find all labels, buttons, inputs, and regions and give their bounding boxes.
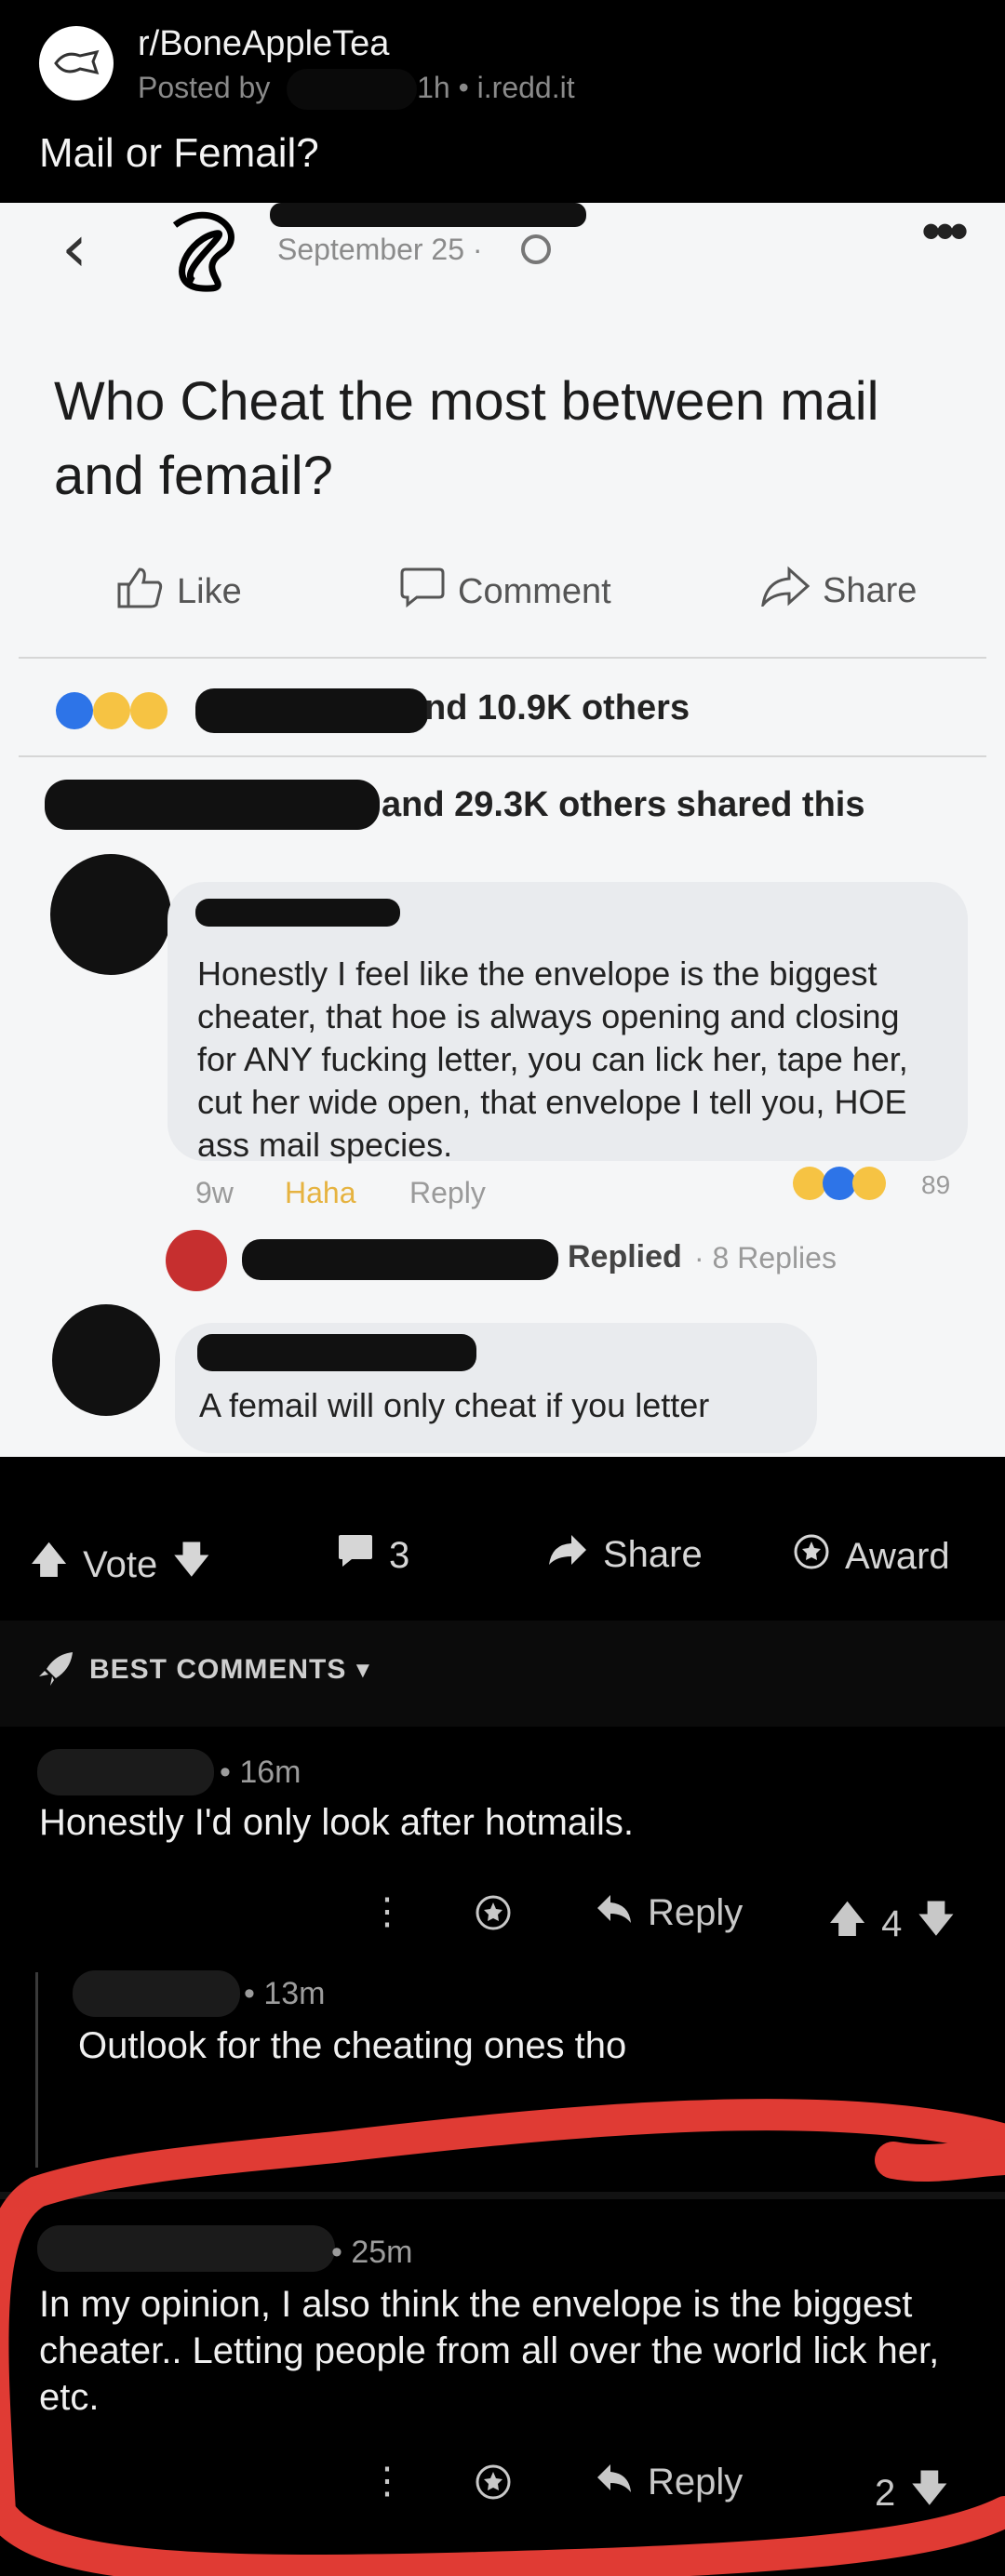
comments-button[interactable]: 3: [337, 1533, 409, 1578]
back-chevron-icon: ‹: [61, 210, 87, 287]
fb-comment-button[interactable]: Comment: [400, 566, 611, 618]
post-age-source: 1h • i.redd.it: [417, 71, 575, 104]
fb-like-label: Like: [177, 571, 242, 611]
fb-like-button[interactable]: Like: [115, 566, 242, 618]
post-title[interactable]: Mail or Femail?: [39, 130, 319, 177]
fb-share-button[interactable]: Share: [760, 566, 918, 616]
redacted-username: [37, 1749, 214, 1795]
redacted-commenter-name: [197, 1334, 476, 1371]
fb-replies-count[interactable]: · 8 Replies: [694, 1241, 837, 1275]
comment-more-icon[interactable]: ⋮: [368, 1890, 406, 1933]
fb-comment-reaction-count: 89: [921, 1170, 951, 1199]
fb-comment-text: Honestly I feel like the envelope is the…: [197, 954, 908, 1164]
thread-line: [35, 1972, 38, 2168]
share-arrow-icon: [760, 566, 811, 616]
redacted-reactor-names: [195, 688, 428, 733]
redacted-replier-name: [242, 1239, 558, 1280]
comment-award-icon[interactable]: [475, 2463, 512, 2501]
reaction-icons: [56, 690, 186, 731]
comment-age: • 16m: [220, 1755, 302, 1790]
thumbs-up-icon: [115, 566, 164, 618]
sort-label[interactable]: BEST COMMENTS: [89, 1654, 346, 1686]
post-image[interactable]: ‹ September 25 · ••• Who Cheat the most …: [0, 203, 1005, 1457]
speech-bubble-icon: [400, 566, 445, 618]
chevron-down-icon[interactable]: ▼: [352, 1658, 374, 1684]
rocket-icon: [37, 1650, 74, 1692]
share-arrow-icon: [547, 1533, 588, 1576]
redacted-username: [287, 69, 417, 110]
comment-award-icon[interactable]: [475, 1894, 512, 1931]
fb-actions-row: Like Comment Share: [0, 566, 1005, 640]
fb-comment-bubble: Honestly I feel like the envelope is the…: [168, 882, 968, 1164]
downvote-arrow-icon[interactable]: 🡇: [172, 1533, 210, 1596]
comment-age: • 13m: [244, 1976, 326, 2011]
posted-by-label: Posted by: [138, 71, 271, 104]
redacted-commenter-name: [195, 899, 400, 927]
share-label: Share: [603, 1533, 703, 1575]
award-button[interactable]: Award: [793, 1533, 950, 1580]
comment-reply-button[interactable]: Reply: [596, 2462, 743, 2503]
scribbled-avatar: [52, 1304, 160, 1416]
redacted-sharer-names: [45, 780, 380, 830]
downvote-arrow-icon[interactable]: 🡇: [917, 1892, 955, 1955]
redacted-poster-name: [270, 203, 586, 227]
replier-avatar: [166, 1230, 227, 1291]
award-label: Award: [845, 1535, 950, 1577]
comment-more-icon[interactable]: ⋮: [368, 2460, 406, 2503]
subreddit-name[interactable]: r/BoneAppleTea: [138, 24, 389, 64]
share-button[interactable]: Share: [547, 1533, 703, 1576]
comment-body: In my opinion, I also think the envelope…: [39, 2284, 940, 2418]
vote-label: Vote: [83, 1543, 158, 1585]
redacted-username: [37, 2225, 335, 2272]
reply-arrow-icon: [596, 2462, 633, 2503]
fb-reply-link[interactable]: Reply: [409, 1176, 486, 1210]
upvote-arrow-icon[interactable]: 🡅: [30, 1533, 68, 1596]
fb-share-label: Share: [823, 570, 918, 610]
divider: [19, 657, 986, 659]
fb-comment-age: 9w: [195, 1176, 234, 1209]
reply-arrow-icon: [596, 1892, 633, 1934]
comment-vote[interactable]: 🡅 4 🡇: [828, 1892, 956, 1955]
fb-haha-label[interactable]: Haha: [285, 1176, 356, 1210]
subreddit-avatar[interactable]: [39, 26, 114, 100]
reply-label: Reply: [648, 2462, 744, 2503]
more-options-icon[interactable]: •••: [921, 203, 969, 263]
scribbled-avatar: [50, 854, 171, 975]
post-action-bar: 🡅 Vote 🡇 3 Share Award: [0, 1505, 1005, 1608]
fb-comment-text: A femail will only cheat if you letter: [199, 1386, 710, 1424]
fb-replied-label[interactable]: Replied: [568, 1239, 682, 1275]
reactions-count[interactable]: nd 10.9K others: [424, 688, 690, 728]
comment-body: Outlook for the cheating ones tho: [78, 2025, 627, 2066]
globe-icon: [521, 234, 551, 264]
comment-body: Honestly I'd only look after hotmails.: [39, 1802, 635, 1843]
comment-score: 4: [881, 1902, 903, 1944]
comment-age: • 25m: [331, 2235, 413, 2270]
comment-score: 2: [875, 2472, 896, 2514]
subreddit-logo-icon: [54, 49, 100, 75]
downvote-arrow-icon[interactable]: 🡇: [910, 2462, 948, 2525]
award-icon: [793, 1533, 830, 1580]
comments-count: 3: [389, 1534, 410, 1576]
post-date: September 25 ·: [277, 233, 483, 266]
divider: [19, 755, 986, 757]
comment-reply-button[interactable]: Reply: [596, 1892, 743, 1934]
comment-sort-bar[interactable]: BEST COMMENTS ▼: [0, 1621, 1005, 1727]
fb-comment-reactions: [793, 1161, 914, 1204]
comment-bubble-icon: [337, 1533, 374, 1578]
fb-comment-bubble: A femail will only cheat if you letter: [175, 1323, 817, 1453]
fb-comment-label: Comment: [458, 571, 611, 611]
reply-label: Reply: [648, 1892, 744, 1933]
fb-post-question: Who Cheat the most between mail and fema…: [54, 371, 879, 506]
vote-control[interactable]: 🡅 Vote 🡇: [30, 1533, 210, 1596]
redacted-username: [73, 1970, 240, 2017]
divider: [0, 2192, 1005, 2199]
scribbled-avatar: [156, 207, 259, 296]
comment-vote[interactable]: 2 🡇: [875, 2462, 948, 2525]
shares-count[interactable]: and 29.3K others shared this: [382, 785, 865, 825]
upvote-arrow-icon[interactable]: 🡅: [828, 1892, 866, 1955]
